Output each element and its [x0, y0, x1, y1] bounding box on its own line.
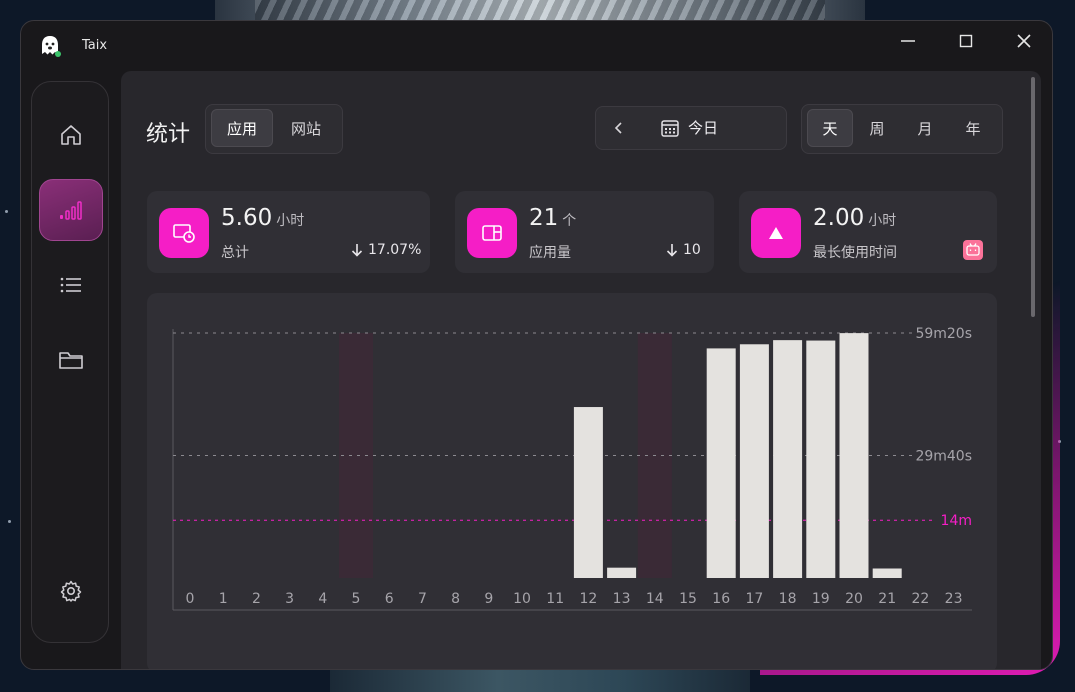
x-tick-label: 10: [513, 591, 531, 607]
bar-hour-12: [573, 407, 603, 578]
x-tick-label: 7: [418, 591, 427, 607]
stat-card-app-count: 21 个 应用量 10: [455, 191, 714, 273]
x-tick-label: 0: [186, 591, 195, 607]
x-tick-label: 16: [712, 591, 730, 607]
x-tick-label: 2: [252, 591, 261, 607]
x-tick-label: 17: [745, 591, 763, 607]
date-picker: 今日: [595, 106, 787, 150]
sidebar-item-statistics[interactable]: [39, 179, 103, 241]
x-tick-label: 5: [352, 591, 361, 607]
ghost-logo-icon: [42, 36, 61, 57]
arrow-down-icon: [351, 244, 363, 257]
x-tick-label: 18: [779, 591, 797, 607]
minimize-icon: [901, 40, 915, 42]
sidebar-item-folder[interactable]: [39, 329, 103, 391]
x-tick-label: 21: [878, 591, 896, 607]
bar-hour-17: [739, 344, 769, 578]
app-window-icon: [467, 208, 517, 258]
star: [8, 520, 11, 523]
chevron-left-icon: [614, 122, 622, 134]
app-count-delta: 10: [666, 242, 701, 258]
grid-label: 59m20s: [915, 326, 972, 342]
x-tick-label: 12: [579, 591, 597, 607]
usage-chart-panel: 59m20s 29m40s 14m 0 1 2 3 4 5 6 7 8 9 10 11 12 13 14 15 16 1…: [147, 293, 997, 669]
bar-hour-16: [706, 348, 736, 578]
calendar-icon: [661, 119, 679, 137]
bar-hour-13: [607, 567, 637, 578]
sidebar-item-list[interactable]: [39, 254, 103, 316]
tab-websites[interactable]: 网站: [275, 109, 337, 147]
x-tick-label: 22: [911, 591, 929, 607]
bar-signal-icon: [60, 201, 82, 220]
date-select[interactable]: 今日: [660, 117, 718, 138]
home-icon: [61, 125, 81, 145]
longest-label: 最长使用时间: [813, 245, 897, 261]
sidebar: [31, 81, 109, 643]
list-icon: [60, 277, 81, 293]
bar-hour-21: [872, 568, 902, 578]
wallpaper-top-texture: [255, 0, 825, 22]
total-label: 总计: [221, 245, 249, 261]
x-tick-label: 9: [484, 591, 493, 607]
bar-hour-19: [806, 340, 836, 578]
x-tick-label: 11: [546, 591, 564, 607]
average-label: 14m: [941, 513, 972, 529]
x-tick-label: 19: [812, 591, 830, 607]
tab-apps[interactable]: 应用: [211, 109, 273, 147]
wallpaper-bottom: [330, 668, 750, 692]
folder-icon: [59, 352, 83, 369]
sidebar-item-home[interactable]: [39, 104, 103, 166]
tab-month[interactable]: 月: [902, 109, 948, 147]
total-delta: 17.07%: [351, 242, 421, 258]
x-tick-label: 3: [285, 591, 294, 607]
maximize-button[interactable]: [948, 31, 984, 61]
app-count-label: 应用量: [529, 245, 571, 261]
tab-week[interactable]: 周: [854, 109, 900, 147]
x-tick-label: 4: [318, 591, 327, 607]
maximize-icon: [959, 34, 973, 48]
close-icon: [1017, 34, 1031, 48]
range-switch: 天 周 月 年: [801, 104, 1003, 154]
x-tick-label: 6: [385, 591, 394, 607]
gear-icon: [60, 580, 82, 602]
x-tick-label: 8: [451, 591, 460, 607]
star: [5, 210, 8, 213]
x-tick-label: 14: [646, 591, 664, 607]
minimize-button[interactable]: [890, 31, 926, 61]
tab-year[interactable]: 年: [950, 109, 996, 147]
title-bar[interactable]: Taix: [21, 21, 1052, 71]
grid-label: 29m40s: [915, 448, 972, 464]
page-title: 统计: [146, 122, 191, 147]
x-tick-label: 20: [845, 591, 863, 607]
tab-day[interactable]: 天: [807, 109, 853, 147]
bar-hour-20: [839, 333, 869, 578]
app-window: Taix 统计 应用 网站 今日 天 周 月 年 5.60 小时 总计 17.0…: [20, 20, 1053, 670]
x-tick-label: 15: [679, 591, 697, 607]
x-tick-label: 13: [613, 591, 631, 607]
close-button[interactable]: [1006, 31, 1042, 61]
prev-date-button[interactable]: [604, 113, 634, 143]
clock-screen-icon: [159, 208, 209, 258]
hourly-usage-chart: 59m20s29m40s14m0 1 2 3 4 5 6 7 8 9 10 11 12 13 14 15 16 1…: [172, 326, 972, 611]
x-tick-label: 1: [219, 591, 228, 607]
scrollbar[interactable]: [1031, 77, 1035, 317]
stat-card-total: 5.60 小时 总计 17.07%: [147, 191, 430, 273]
app-count: 21 个: [529, 205, 577, 231]
date-label: 今日: [688, 119, 719, 137]
app-title: Taix: [82, 38, 108, 53]
total-hours: 5.60 小时: [221, 205, 305, 231]
arrow-down-icon: [666, 244, 678, 257]
bilibili-icon[interactable]: [963, 240, 983, 260]
type-switch: 应用 网站: [205, 104, 343, 154]
main-panel: 统计 应用 网站 今日 天 周 月 年 5.60 小时 总计 17.07% 21…: [121, 71, 1041, 669]
bar-hour-18: [773, 340, 803, 578]
x-tick-label: 23: [945, 591, 963, 607]
sidebar-item-settings[interactable]: [39, 560, 103, 622]
longest-hours: 2.00 小时: [813, 205, 897, 231]
stat-card-longest: 2.00 小时 最长使用时间: [739, 191, 997, 273]
triangle-icon: [751, 208, 801, 258]
